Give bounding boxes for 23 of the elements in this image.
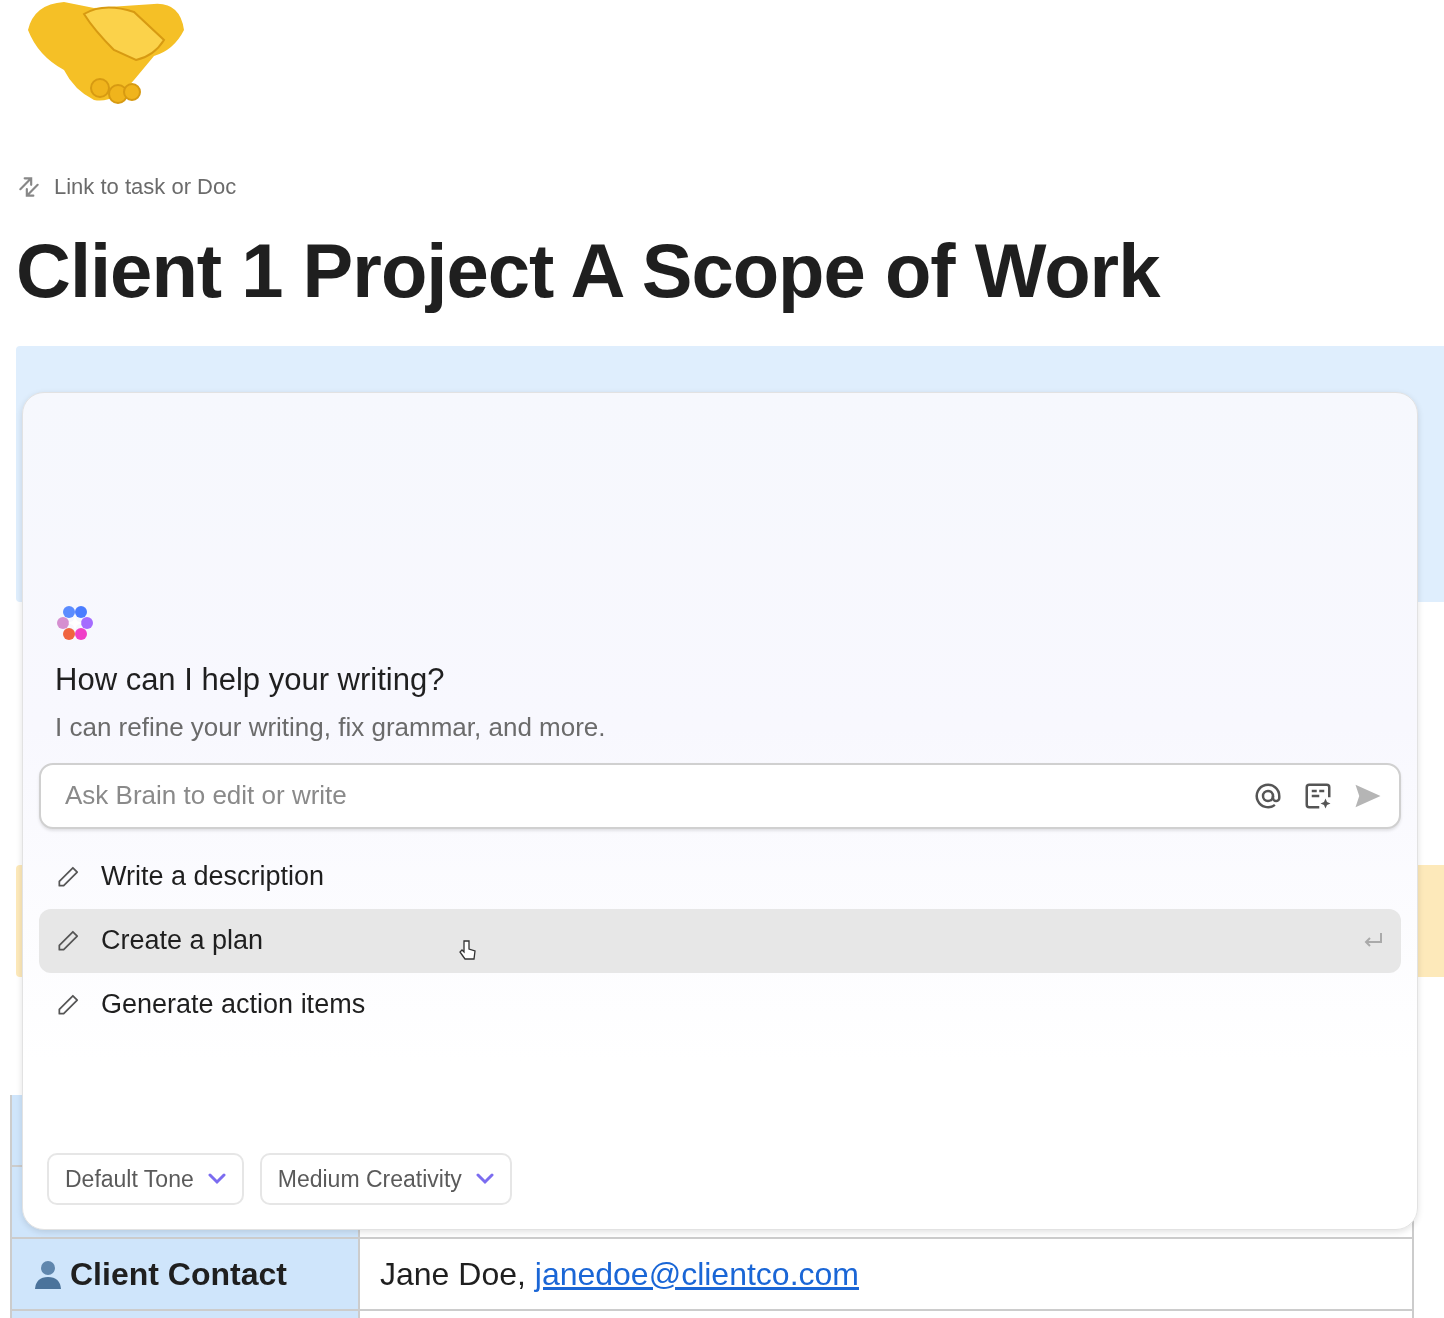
link-to-task-button[interactable]: Link to task or Doc <box>16 170 237 203</box>
page-title: Client 1 Project A Scope of Work <box>16 227 1162 315</box>
assistant-subheading: I can refine your writing, fix grammar, and more. <box>55 710 607 744</box>
suggestion-item[interactable]: Generate action items <box>39 972 1401 1037</box>
mention-icon[interactable] <box>1253 780 1283 811</box>
suggestion-item[interactable]: Write a description <box>39 844 1401 909</box>
sparkle-logo-icon <box>55 603 95 643</box>
assistant-heading: How can I help your writing? <box>55 661 446 699</box>
chevron-down-icon <box>207 1173 226 1185</box>
pointer-cursor-icon <box>459 938 477 961</box>
row-label: Client Contact <box>70 1255 287 1295</box>
suggestion-label: Generate action items <box>101 988 366 1022</box>
prompt-input[interactable]: Ask Brain to edit or write <box>65 776 1233 815</box>
suggestion-item[interactable]: Create a plan <box>39 908 1401 973</box>
person-icon <box>32 1258 64 1291</box>
dropdown-button[interactable]: Medium Creativity <box>259 1153 512 1205</box>
suggestion-label: Write a description <box>101 860 325 894</box>
email-link[interactable]: janedoe@clientco.com <box>534 1250 859 1299</box>
suggestion-label: Create a plan <box>101 924 264 958</box>
prompt-bar[interactable]: Ask Brain to edit or write <box>39 762 1401 829</box>
chevron-down-icon <box>475 1173 494 1185</box>
table-cell: Jane Doe, janedoe@clientco.com <box>360 1239 1414 1310</box>
dropdown-button[interactable]: Default Tone <box>47 1153 244 1205</box>
